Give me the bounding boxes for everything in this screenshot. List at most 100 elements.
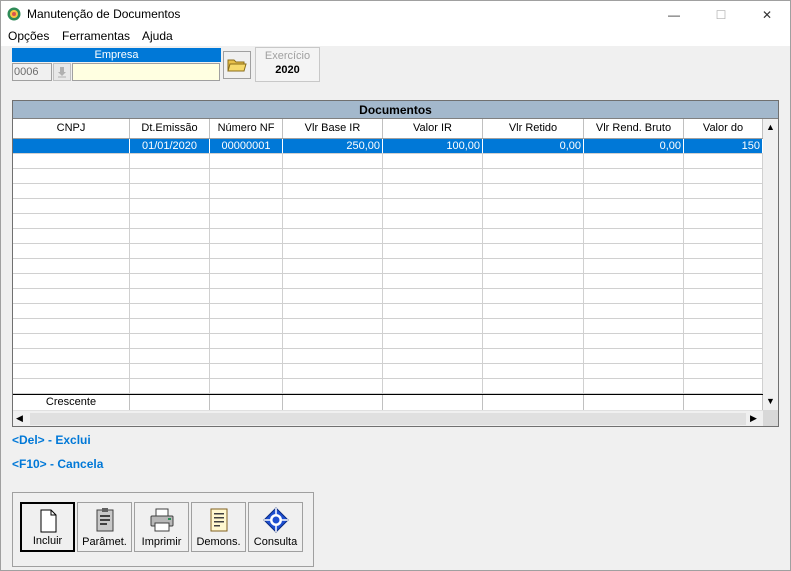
cell-valor-ir xyxy=(383,244,483,258)
cell-vlr-base-ir xyxy=(283,349,383,363)
table-row[interactable] xyxy=(13,229,763,244)
table-row[interactable] xyxy=(13,319,763,334)
column-header-numero-nf[interactable]: Número NF xyxy=(210,119,283,138)
scroll-up-icon[interactable]: ▲ xyxy=(766,121,775,133)
cell-valor-ir xyxy=(383,154,483,168)
cell-valor-do xyxy=(684,289,763,303)
maximize-icon: ☐ xyxy=(715,7,727,22)
cell-valor-ir xyxy=(383,169,483,183)
hint-delete: <Del> - Exclui xyxy=(12,433,91,447)
scroll-right-icon[interactable]: ▶ xyxy=(750,412,757,424)
footer-cell-valor-do xyxy=(684,395,763,410)
cell-valor-ir xyxy=(383,184,483,198)
minimize-button[interactable]: — xyxy=(651,1,697,28)
new-document-icon xyxy=(40,509,56,533)
empresa-label: Empresa xyxy=(12,48,221,62)
cell-numero-nf xyxy=(210,364,283,378)
cell-vlr-retido xyxy=(483,199,584,213)
demonstrativo-button[interactable]: Demons. xyxy=(191,502,246,552)
maximize-button[interactable]: ☐ xyxy=(698,1,744,28)
cell-numero-nf xyxy=(210,169,283,183)
cell-valor-do xyxy=(684,364,763,378)
imprimir-button[interactable]: Imprimir xyxy=(134,502,189,552)
table-row[interactable] xyxy=(13,304,763,319)
cell-valor-do xyxy=(684,334,763,348)
grid-footer: Crescente xyxy=(13,394,763,410)
table-row[interactable] xyxy=(13,274,763,289)
cell-cnpj xyxy=(13,304,130,318)
cell-cnpj xyxy=(13,364,130,378)
open-folder-button[interactable] xyxy=(223,51,251,79)
table-row[interactable] xyxy=(13,259,763,274)
menu-ajuda[interactable]: Ajuda xyxy=(142,29,173,43)
table-row[interactable] xyxy=(13,214,763,229)
scroll-down-icon[interactable]: ▼ xyxy=(766,395,775,407)
horizontal-scroll-thumb[interactable] xyxy=(30,413,746,425)
vertical-scroll-track[interactable] xyxy=(764,136,777,393)
table-row[interactable] xyxy=(13,169,763,184)
parametros-label: Parâmet. xyxy=(82,536,127,548)
table-row[interactable] xyxy=(13,334,763,349)
empresa-lookup-button[interactable] xyxy=(53,63,71,81)
cell-vlr-base-ir: 250,00 xyxy=(283,139,383,153)
parametros-button[interactable]: Parâmet. xyxy=(77,502,132,552)
table-row[interactable] xyxy=(13,364,763,379)
cell-vlr-rend-bruto xyxy=(584,169,684,183)
scroll-left-icon[interactable]: ◀ xyxy=(16,412,23,424)
cell-vlr-rend-bruto: 0,00 xyxy=(584,139,684,153)
grid-body[interactable]: 01/01/2020 00000001 250,00 100,00 0,00 0,00 15… xyxy=(13,139,763,394)
cell-valor-do xyxy=(684,304,763,318)
column-header-vlr-base-ir[interactable]: Vlr Base IR xyxy=(283,119,383,138)
column-header-valor-ir[interactable]: Valor IR xyxy=(383,119,483,138)
cell-vlr-base-ir xyxy=(283,379,383,393)
empresa-group: Empresa 0006 xyxy=(12,48,221,82)
cell-vlr-base-ir xyxy=(283,169,383,183)
cell-dt-emissao xyxy=(130,304,210,318)
table-row[interactable] xyxy=(13,244,763,259)
column-header-valor-do[interactable]: Valor do xyxy=(684,119,763,138)
menu-ferramentas[interactable]: Ferramentas xyxy=(62,29,130,43)
empresa-name-field[interactable] xyxy=(72,63,220,81)
cell-valor-do xyxy=(684,379,763,393)
consulta-button[interactable]: Consulta xyxy=(248,502,303,552)
footer-cell-cnpj: Crescente xyxy=(13,395,130,410)
cell-valor-do xyxy=(684,199,763,213)
vertical-scrollbar[interactable]: ▲ ▼ xyxy=(763,119,778,410)
table-row[interactable] xyxy=(13,199,763,214)
cell-dt-emissao xyxy=(130,214,210,228)
imprimir-label: Imprimir xyxy=(141,536,182,548)
table-row[interactable]: 01/01/2020 00000001 250,00 100,00 0,00 0,00 15… xyxy=(13,139,763,154)
table-row[interactable] xyxy=(13,184,763,199)
cell-cnpj xyxy=(13,154,130,168)
cell-dt-emissao xyxy=(130,244,210,258)
demonstrativo-label: Demons. xyxy=(196,536,241,548)
cell-valor-ir xyxy=(383,304,483,318)
cell-vlr-rend-bruto xyxy=(584,349,684,363)
horizontal-scrollbar[interactable]: ◀ ▶ xyxy=(13,410,763,426)
incluir-button[interactable]: Incluir xyxy=(20,502,75,552)
cell-vlr-rend-bruto xyxy=(584,214,684,228)
cell-numero-nf xyxy=(210,304,283,318)
cell-cnpj xyxy=(13,139,130,153)
close-button[interactable]: ✕ xyxy=(744,1,790,28)
cell-numero-nf xyxy=(210,334,283,348)
table-row[interactable] xyxy=(13,379,763,394)
menu-opcoes[interactable]: Opções xyxy=(8,29,49,43)
cell-cnpj xyxy=(13,229,130,243)
table-row[interactable] xyxy=(13,289,763,304)
footer-cell-vlr-rend-bruto xyxy=(584,395,684,410)
table-row[interactable] xyxy=(13,349,763,364)
column-header-vlr-rend-bruto[interactable]: Vlr Rend. Bruto xyxy=(584,119,684,138)
table-row[interactable] xyxy=(13,154,763,169)
column-header-cnpj[interactable]: CNPJ xyxy=(13,119,130,138)
cell-valor-do: 150 xyxy=(684,139,763,153)
documents-grid[interactable]: Documentos CNPJ Dt.Emissão Número NF Vlr Ba… xyxy=(12,100,779,427)
printer-icon xyxy=(150,508,173,532)
cell-valor-do xyxy=(684,259,763,273)
column-header-dt-emissao[interactable]: Dt.Emissão xyxy=(130,119,210,138)
cell-valor-do xyxy=(684,154,763,168)
empresa-code-field[interactable]: 0006 xyxy=(12,63,52,81)
column-header-vlr-retido[interactable]: Vlr Retido xyxy=(483,119,584,138)
cell-vlr-base-ir xyxy=(283,154,383,168)
cell-vlr-retido xyxy=(483,259,584,273)
